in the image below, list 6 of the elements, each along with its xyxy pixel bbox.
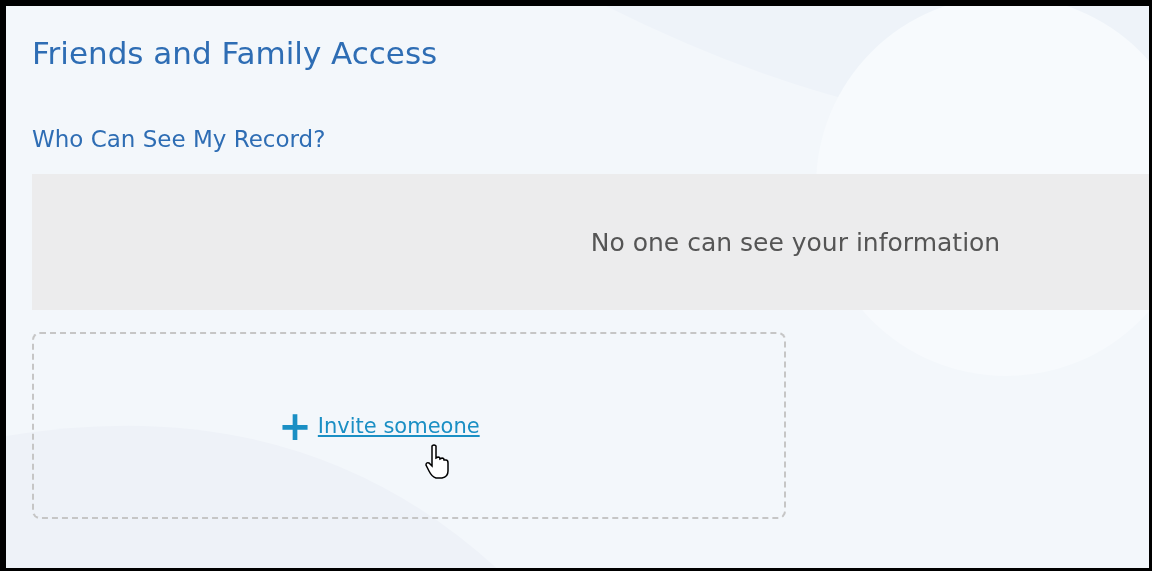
empty-message: No one can see your information [590, 227, 1001, 257]
section-title: Who Can See My Record? [32, 125, 327, 154]
plus-icon[interactable]: + [278, 405, 312, 446]
invite-link[interactable]: Invite someone [317, 413, 480, 438]
hand-cursor-icon [424, 444, 450, 480]
page-title: Friends and Family Access [32, 34, 439, 73]
